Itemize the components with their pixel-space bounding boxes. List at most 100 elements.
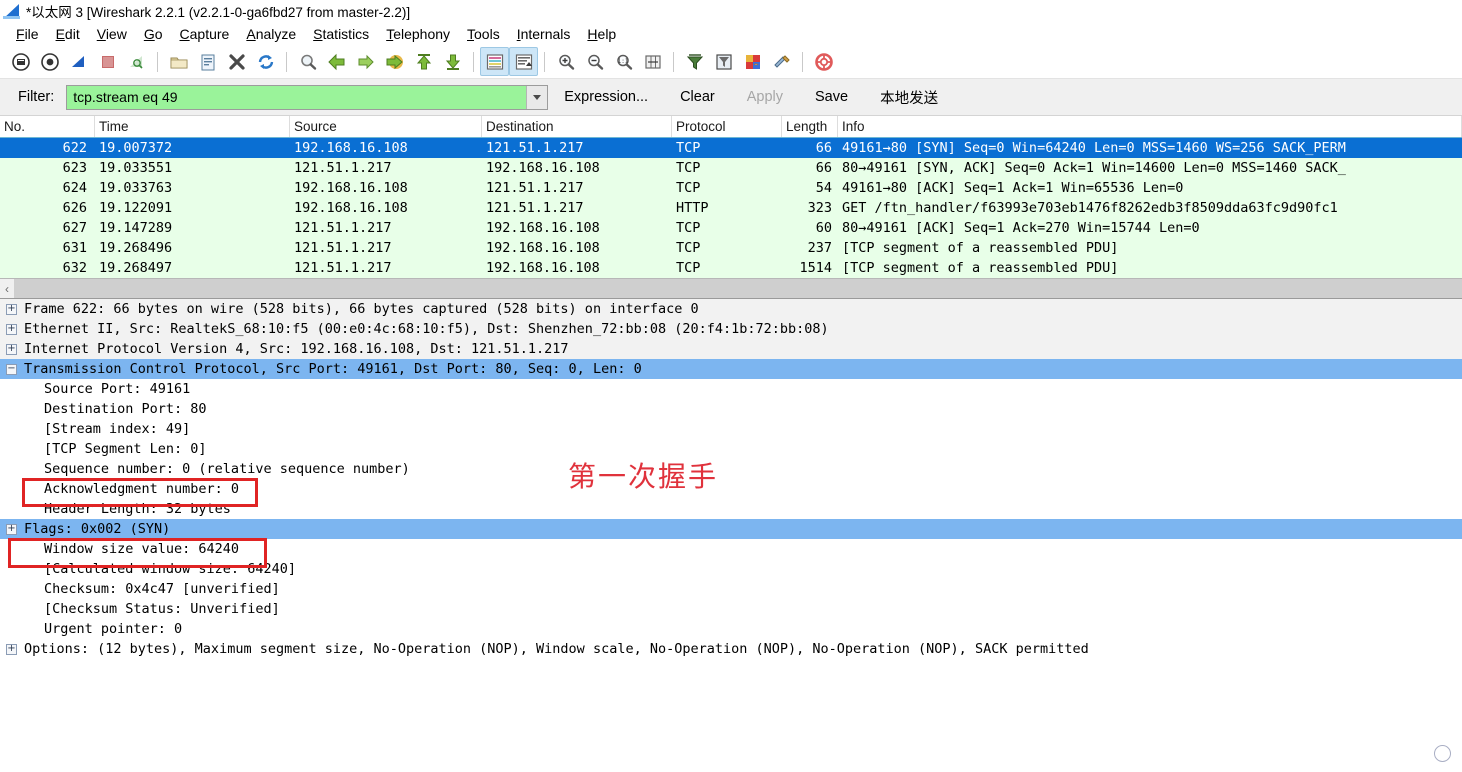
display-filters-icon[interactable] [709, 47, 738, 76]
go-last-packet-icon[interactable] [438, 47, 467, 76]
menu-item-file[interactable]: File [8, 25, 48, 43]
packet-row[interactable]: 623 19.033551 121.51.1.217 192.168.16.108 TC… [0, 158, 1462, 178]
packet-row[interactable]: 631 19.268496 121.51.1.217 192.168.16.108 TC… [0, 238, 1462, 258]
packet-row[interactable]: 622 19.007372 192.168.16.108 121.51.1.217 TC… [0, 138, 1462, 158]
go-first-packet-icon[interactable] [409, 47, 438, 76]
detail-row[interactable]: − Transmission Control Protocol, Src Port… [0, 359, 1462, 379]
menu-item-statistics[interactable]: Statistics [305, 25, 378, 43]
detail-row-label: Source Port: 49161 [44, 381, 191, 397]
apply-filter-button[interactable]: Apply [731, 89, 799, 105]
zoom-out-icon[interactable] [580, 47, 609, 76]
column-header-source[interactable]: Source [290, 116, 482, 137]
detail-row[interactable]: Sequence number: 0 (relative sequence nu… [0, 459, 1462, 479]
column-header-length[interactable]: Length [782, 116, 838, 137]
preferences-icon[interactable] [767, 47, 796, 76]
detail-row[interactable]: Destination Port: 80 [0, 399, 1462, 419]
scrollbar-track[interactable] [14, 279, 1462, 298]
detail-row[interactable]: Source Port: 49161 [0, 379, 1462, 399]
packet-list-pane[interactable]: No. Time Source Destination Protocol Length In… [0, 116, 1462, 278]
scroll-left-icon[interactable]: ‹ [0, 279, 14, 298]
detail-row[interactable]: Urgent pointer: 0 [0, 619, 1462, 639]
expand-icon[interactable]: + [6, 323, 17, 335]
detail-row[interactable]: + Flags: 0x002 (SYN) [0, 519, 1462, 539]
detail-row[interactable]: Checksum: 0x4c47 [unverified] [0, 579, 1462, 599]
menu-item-tools[interactable]: Tools [459, 25, 509, 43]
help-contents-icon[interactable] [809, 47, 838, 76]
menu-item-help[interactable]: Help [579, 25, 625, 43]
packet-detail-pane[interactable]: + Frame 622: 66 bytes on wire (528 bits),… [0, 298, 1462, 659]
menu-item-view[interactable]: View [89, 25, 136, 43]
filter-input-wrap[interactable] [66, 84, 549, 110]
capture-options-icon[interactable] [122, 47, 151, 76]
column-header-no[interactable]: No. [0, 116, 95, 137]
save-file-icon[interactable] [193, 47, 222, 76]
expand-icon[interactable]: + [6, 643, 17, 655]
detail-row[interactable]: Acknowledgment number: 0 [0, 479, 1462, 499]
detail-row[interactable]: + Ethernet II, Src: RealtekS_68:10:f5 (00… [0, 319, 1462, 339]
detail-row-label: Flags: 0x002 (SYN) [24, 521, 171, 537]
packet-cell-no: 627 [62, 220, 87, 236]
resize-columns-icon[interactable] [638, 47, 667, 76]
column-header-protocol[interactable]: Protocol [672, 116, 782, 137]
packet-list-header[interactable]: No. Time Source Destination Protocol Length In… [0, 116, 1462, 138]
go-forward-icon[interactable] [351, 47, 380, 76]
packet-row[interactable]: 632 19.268497 121.51.1.217 192.168.16.108 TC… [0, 258, 1462, 278]
collapse-icon[interactable]: − [6, 363, 17, 375]
auto-scroll-icon[interactable] [509, 47, 538, 76]
column-header-info[interactable]: Info [838, 116, 1462, 137]
find-packet-icon[interactable] [293, 47, 322, 76]
zoom-in-icon[interactable] [551, 47, 580, 76]
detail-row[interactable]: [Calculated window size: 64240] [0, 559, 1462, 579]
menu-label-rest: tatistics [322, 25, 370, 42]
packet-list-horizontal-scrollbar[interactable]: ‹ [0, 278, 1462, 298]
packet-row[interactable]: 624 19.033763 192.168.16.108 121.51.1.217 TC… [0, 178, 1462, 198]
zoom-reset-icon[interactable]: 1:1 [609, 47, 638, 76]
detail-row[interactable]: + Internet Protocol Version 4, Src: 192.1… [0, 339, 1462, 359]
coloring-rules-icon[interactable] [738, 47, 767, 76]
packet-cell-source: 121.51.1.217 [294, 240, 392, 256]
menu-item-capture[interactable]: Capture [172, 25, 239, 43]
packet-cell-info: 49161→80 [SYN] Seq=0 Win=64240 Len=0 MSS… [842, 140, 1346, 156]
menu-item-analyze[interactable]: Analyze [238, 25, 305, 43]
go-to-packet-icon[interactable] [380, 47, 409, 76]
menu-label-rest: nternals [520, 25, 571, 42]
expand-icon[interactable]: + [6, 303, 17, 315]
column-header-destination[interactable]: Destination [482, 116, 672, 137]
detail-row[interactable]: [Stream index: 49] [0, 419, 1462, 439]
detail-row[interactable]: + Options: (12 bytes), Maximum segment si… [0, 639, 1462, 659]
local-send-filter-button[interactable]: 本地发送 [864, 87, 954, 108]
expression-button[interactable]: Expression... [548, 89, 664, 105]
menu-label-rest: nalyze [255, 25, 297, 42]
packet-list-rows[interactable]: 622 19.007372 192.168.16.108 121.51.1.217 TC… [0, 138, 1462, 278]
detail-row-label: Urgent pointer: 0 [44, 621, 183, 637]
menu-item-go[interactable]: Go [136, 25, 172, 43]
detail-row[interactable]: [TCP Segment Len: 0] [0, 439, 1462, 459]
detail-row[interactable]: + Frame 622: 66 bytes on wire (528 bits),… [0, 299, 1462, 319]
packet-row[interactable]: 627 19.147289 121.51.1.217 192.168.16.108 TC… [0, 218, 1462, 238]
colorize-packets-icon[interactable] [480, 47, 509, 76]
open-file-icon[interactable] [164, 47, 193, 76]
detail-row[interactable]: Window size value: 64240 [0, 539, 1462, 559]
restart-capture-icon[interactable] [35, 47, 64, 76]
menu-item-edit[interactable]: Edit [48, 25, 89, 43]
display-filter-input[interactable] [67, 84, 527, 110]
stop-capture-icon[interactable] [64, 47, 93, 76]
reload-file-icon[interactable] [251, 47, 280, 76]
detail-row[interactable]: [Checksum Status: Unverified] [0, 599, 1462, 619]
expand-icon[interactable]: + [6, 343, 17, 355]
close-file-icon[interactable] [222, 47, 251, 76]
filter-history-dropdown-button[interactable] [526, 85, 548, 109]
save-filter-button[interactable]: Save [799, 89, 864, 105]
capture-filters-icon[interactable] [680, 47, 709, 76]
clear-filter-button[interactable]: Clear [664, 89, 731, 105]
go-back-icon[interactable] [322, 47, 351, 76]
start-capture-icon[interactable] [6, 47, 35, 76]
packet-row[interactable]: 626 19.122091 192.168.16.108 121.51.1.217 HT… [0, 198, 1462, 218]
detail-row[interactable]: Header Length: 32 bytes [0, 499, 1462, 519]
close-capture-icon[interactable] [93, 47, 122, 76]
column-header-time[interactable]: Time [95, 116, 290, 137]
menu-item-internals[interactable]: Internals [509, 25, 580, 43]
menu-mnemonic: T [467, 25, 475, 42]
expand-icon[interactable]: + [6, 523, 17, 535]
menu-item-telephony[interactable]: Telephony [378, 25, 459, 43]
